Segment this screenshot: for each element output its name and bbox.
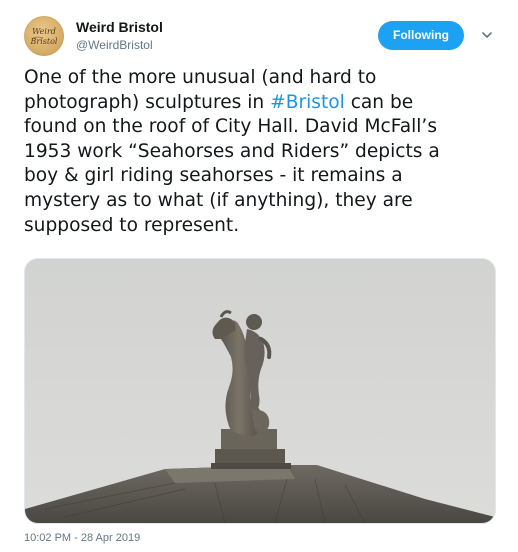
avatar-text-line1: Weird [32, 27, 56, 36]
tweet-line: found on the roof of City Hall. David Mc… [24, 116, 438, 138]
following-button[interactable]: Following [378, 21, 464, 50]
tweet-line: One of the more unusual (and hard to [24, 67, 377, 88]
tweet-timestamp[interactable]: 10:02 PM - 28 Apr 2019 [24, 531, 140, 545]
author-name[interactable]: Weird Bristol [76, 18, 163, 36]
tweet-line: photograph) sculptures in #Bristol can b… [24, 91, 414, 113]
tweet-photo[interactable] [24, 258, 496, 524]
hashtag-link[interactable]: #Bristol [270, 92, 345, 113]
tweet-card: Weird Bristol Weird Bristol @WeirdBristo… [0, 0, 518, 552]
chevron-down-icon[interactable] [478, 26, 496, 44]
avatar-logo: Weird Bristol [30, 27, 58, 46]
avatar[interactable]: Weird Bristol [24, 16, 64, 56]
tweet-line: mystery as to what (if anything), they a… [24, 189, 413, 211]
author-handle[interactable]: @WeirdBristol [76, 37, 153, 53]
sculpture-photo [25, 259, 495, 523]
avatar-text-line2: Bristol [30, 37, 58, 46]
tweet-line: supposed to represent. [24, 214, 240, 236]
tweet-line: 1953 work “Seahorses and Riders” depicts… [24, 140, 440, 162]
tweet-text: One of the more unusual (and hard to pho… [24, 66, 496, 238]
tweet-line: boy & girl riding seahorses - it remains… [24, 165, 403, 187]
